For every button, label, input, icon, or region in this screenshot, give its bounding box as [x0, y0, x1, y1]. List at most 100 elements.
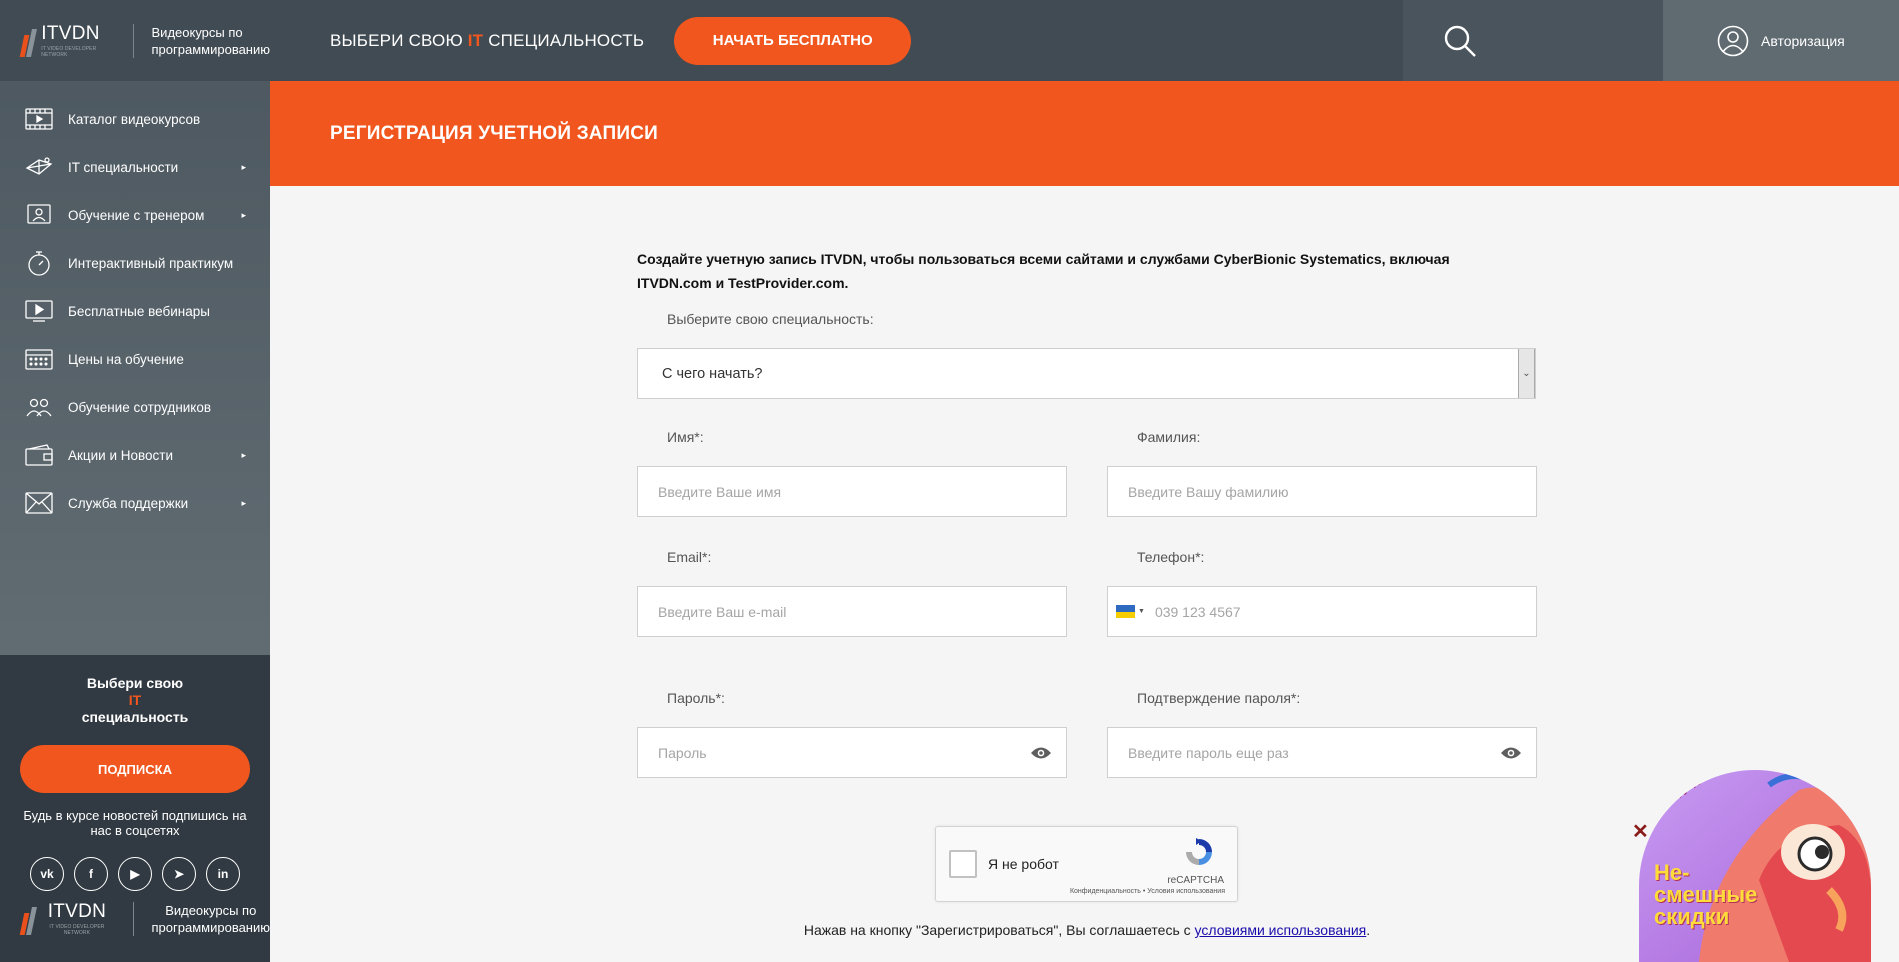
email-label: Email*: [667, 549, 712, 565]
brand-divider [132, 902, 134, 936]
promo-title: Выбери свою IT специальность [0, 675, 270, 726]
sidebar-item-team-training[interactable]: Обучение сотрудников [0, 383, 270, 431]
submenu-arrow-icon: ▸ [241, 497, 246, 508]
recaptcha-links[interactable]: Конфиденциальность • Условия использован… [1070, 888, 1225, 895]
sidebar-item-specialities[interactable]: IT специальности ▸ [0, 143, 270, 191]
sidebar-item-label: IT специальности [68, 159, 179, 175]
confirm-password-label: Подтверждение пароля*: [1137, 690, 1301, 706]
speciality-label: Выберите свою специальность: [667, 311, 874, 327]
sidebar-menu: Каталог видеокурсов IT специальности ▸ О… [0, 81, 270, 527]
first-name-field[interactable] [637, 466, 1067, 517]
submenu-arrow-icon: ▸ [241, 209, 246, 220]
stopwatch-icon [24, 250, 54, 276]
start-free-button[interactable]: НАЧАТЬ БЕСПЛАТНО [674, 16, 912, 65]
vk-icon[interactable]: vk [30, 857, 64, 891]
top-header: ВЫБЕРИ СВОЮ IT СПЕЦИАЛЬНОСТЬ НАЧАТЬ БЕСП… [270, 0, 1899, 81]
first-name-input[interactable] [658, 467, 1066, 516]
subscription-promo: Выбери свою IT специальность ПОДПИСКА Бу… [0, 655, 270, 962]
sidebar-item-news[interactable]: Акции и Новости ▸ [0, 431, 270, 479]
sidebar-item-label: Бесплатные вебинары [68, 303, 210, 319]
specialities-icon [24, 154, 54, 180]
country-flag-dropdown[interactable]: ▼ [1116, 605, 1145, 618]
terms-notice: Нажав на кнопку "Зарегистрироваться", Вы… [637, 922, 1537, 938]
sidebar-item-trainer[interactable]: Обучение с тренером ▸ [0, 191, 270, 239]
promo-line-1: Не- [1654, 860, 1690, 885]
user-icon [1717, 25, 1749, 57]
promo-title-highlight: IT [128, 692, 142, 708]
header-slogan: ВЫБЕРИ СВОЮ IT СПЕЦИАЛЬНОСТЬ [330, 31, 644, 51]
prices-icon [24, 346, 54, 372]
recaptcha-widget: Я не робот reCAPTCHA Конфиденциальность … [935, 826, 1238, 902]
show-confirm-password-eye-icon[interactable] [1500, 745, 1522, 761]
itvdn-logo[interactable]: ITVDN IT VIDEO DEVELOPER NETWORK [19, 24, 113, 58]
logo-text: ITVDN [47, 901, 107, 922]
sidebar-item-label: Служба поддержки [68, 495, 189, 511]
linkedin-icon[interactable]: in [206, 857, 240, 891]
password-label: Пароль*: [667, 690, 725, 706]
password-field[interactable] [637, 727, 1067, 778]
contact-row: Email*: Телефон*: ▼ [637, 549, 1537, 637]
first-name-label: Имя*: [667, 429, 704, 445]
brand-tagline: Видеокурсы по программированию [151, 24, 270, 57]
youtube-icon[interactable]: ▶ [118, 857, 152, 891]
email-field[interactable] [637, 586, 1067, 637]
promo-line-2: смешные [1654, 882, 1758, 907]
promo-title-post: специальность [81, 709, 189, 725]
brand-divider [132, 23, 134, 58]
terms-text: Нажав на кнопку "Зарегистрироваться", Вы… [803, 922, 1195, 938]
page-banner: РЕГИСТРАЦИЯ УЧЕТНОЙ ЗАПИСИ [270, 81, 1899, 186]
terms-end: . [1366, 922, 1371, 938]
itvdn-logo-footer[interactable]: ITVDN IT VIDEO DEVELOPER NETWORK [19, 901, 113, 936]
subscribe-button[interactable]: ПОДПИСКА [20, 745, 250, 793]
sidebar-item-catalog[interactable]: Каталог видеокурсов [0, 95, 270, 143]
sidebar-item-label: Обучение с тренером [68, 207, 205, 223]
telegram-icon[interactable]: ➤ [162, 857, 196, 891]
registration-form: Создайте учетную запись ITVDN, чтобы пол… [637, 186, 1537, 938]
sidebar-item-label: Каталог видеокурсов [68, 111, 201, 127]
speciality-selected-value: С чего начать? [662, 365, 763, 382]
last-name-input[interactable] [1128, 467, 1536, 516]
search-button[interactable] [1403, 0, 1663, 81]
sidebar-item-support[interactable]: Служба поддержки ▸ [0, 479, 270, 527]
social-links: vk f ▶ ➤ in [0, 857, 270, 891]
facebook-icon[interactable]: f [74, 857, 108, 891]
news-icon [24, 442, 54, 468]
video-catalog-icon [24, 106, 54, 132]
sidebar-item-webinars[interactable]: Бесплатные вебинары [0, 287, 270, 335]
logo-mark-icon [19, 25, 37, 57]
discount-promo-widget[interactable]: 35% 40% 45% 50% Не- смешные скидки [1639, 770, 1871, 962]
trainer-icon [24, 202, 54, 228]
sidebar-item-label: Акции и Новости [68, 447, 174, 463]
speciality-select[interactable]: С чего начать? ⌄ [637, 348, 1536, 399]
login-button[interactable]: Авторизация [1663, 0, 1899, 81]
show-password-eye-icon[interactable] [1030, 745, 1052, 761]
caret-down-icon: ▼ [1138, 608, 1145, 615]
login-label: Авторизация [1761, 32, 1845, 49]
last-name-field[interactable] [1107, 466, 1537, 517]
email-input[interactable] [658, 587, 1066, 636]
confirm-password-field[interactable] [1107, 727, 1537, 778]
last-name-label: Фамилия: [1137, 429, 1201, 445]
phone-label: Телефон*: [1137, 549, 1205, 565]
page-title: РЕГИСТРАЦИЯ УЧЕТНОЙ ЗАПИСИ [330, 122, 658, 144]
slogan-pre: ВЫБЕРИ СВОЮ [330, 30, 468, 50]
confirm-password-input[interactable] [1128, 728, 1536, 777]
promo-line-3: скидки [1654, 904, 1730, 929]
slogan-highlight: IT [467, 30, 484, 50]
phone-field[interactable]: ▼ [1107, 586, 1537, 637]
promo-text: Будь в курсе новостей подпишись на нас в… [23, 808, 247, 838]
chevron-down-icon: ⌄ [1518, 349, 1535, 398]
password-input[interactable] [658, 728, 1066, 777]
footer-brand: ITVDN IT VIDEO DEVELOPER NETWORK Видеоку… [0, 902, 270, 936]
sidebar-item-practicum[interactable]: Интерактивный практикум [0, 239, 270, 287]
logo-mark-icon [19, 903, 37, 935]
password-row: Пароль*: Подтверждение пароля*: [637, 690, 1537, 778]
sidebar-item-prices[interactable]: Цены на обучение [0, 335, 270, 383]
sidebar-item-label: Обучение сотрудников [68, 399, 212, 415]
recaptcha-checkbox[interactable] [949, 850, 977, 878]
recaptcha-brand: reCAPTCHA [1167, 875, 1224, 886]
sidebar-item-label: Интерактивный практикум [68, 255, 234, 271]
terms-link[interactable]: условиями использования [1195, 922, 1367, 938]
logo-subline: IT VIDEO DEVELOPER NETWORK [41, 45, 97, 58]
phone-input[interactable] [1154, 587, 1536, 636]
